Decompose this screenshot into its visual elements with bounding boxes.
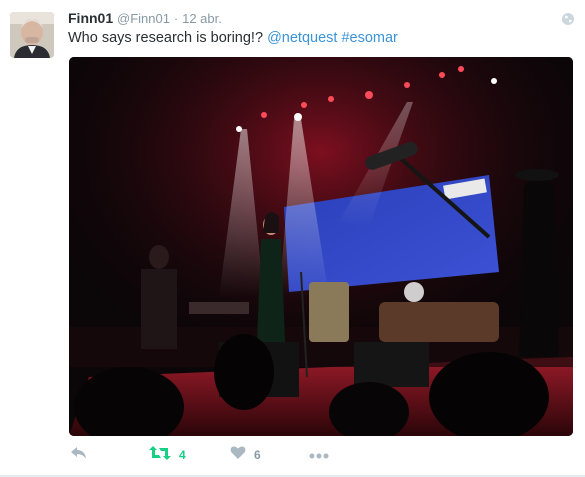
tweet-actions: 4 6 [0, 440, 585, 470]
author-handle[interactable]: @Finn01 [117, 11, 170, 26]
more-icon [309, 446, 329, 464]
author-name[interactable]: Finn01 [68, 10, 113, 26]
avatar[interactable] [10, 12, 54, 58]
tweet-text-plain: Who says research is boring!? [68, 30, 268, 46]
like-button[interactable]: 6 [230, 446, 261, 464]
retweet-count: 4 [179, 448, 186, 462]
tweet-header: Finn01 @Finn01 · 12 abr. [68, 10, 222, 26]
tweet-photo[interactable] [69, 57, 573, 436]
hashtag-link[interactable]: #esomar [341, 30, 397, 46]
tweet-card: Finn01 @Finn01 · 12 abr. Who says resear… [0, 0, 585, 477]
separator: · [173, 11, 179, 26]
mention-link[interactable]: @netquest [267, 30, 337, 46]
heart-icon [230, 445, 246, 465]
reply-icon [70, 446, 88, 465]
more-button[interactable] [309, 446, 329, 464]
reply-button[interactable] [70, 446, 88, 464]
tweet-date[interactable]: 12 abr. [182, 11, 222, 26]
retweet-button[interactable]: 4 [149, 445, 186, 466]
like-count: 6 [254, 448, 261, 462]
tweet-text: Who says research is boring!? @netquest … [68, 30, 398, 46]
retweet-icon [149, 445, 171, 466]
globe-icon [561, 12, 575, 26]
